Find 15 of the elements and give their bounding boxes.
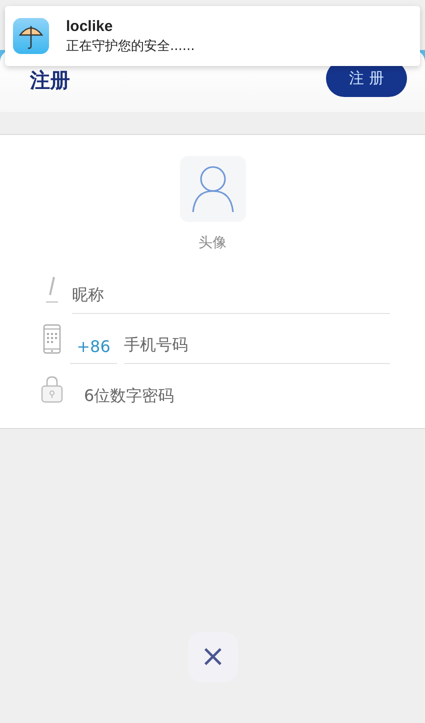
- lock-icon: [41, 375, 63, 403]
- notification-message: 正在守护您的安全......: [66, 38, 195, 54]
- pencil-icon: [45, 275, 59, 303]
- phone-icon: [43, 324, 61, 354]
- avatar-label: 头像: [198, 234, 226, 252]
- avatar-button[interactable]: [180, 156, 246, 222]
- notification-toast[interactable]: loclike 正在守护您的安全......: [5, 6, 420, 66]
- person-icon: [192, 165, 234, 213]
- phone-field[interactable]: 手机号码: [124, 325, 390, 364]
- password-field[interactable]: 6位数字密码: [84, 376, 390, 414]
- nickname-field[interactable]: 昵称: [72, 275, 390, 314]
- close-button[interactable]: ×: [188, 632, 238, 682]
- page-title: 注册: [30, 66, 70, 94]
- umbrella-app-icon: [13, 18, 49, 54]
- app-name: loclike: [66, 18, 113, 34]
